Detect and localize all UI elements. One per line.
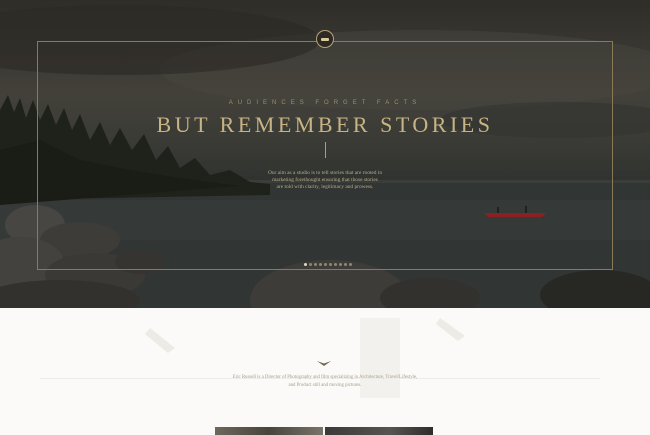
about-background-image (40, 318, 600, 398)
slider-dot[interactable] (329, 263, 332, 266)
bio-line: Eric Russell is a Director of Photograph… (232, 375, 418, 380)
hero-section: AUDIENCES FORGET FACTS BUT REMEMBER STOR… (0, 0, 650, 308)
about-section: Eric Russell is a Director of Photograph… (0, 308, 650, 435)
intro-line: are told with clarity, legitimacy and pr… (276, 184, 374, 191)
hero-intro-text: Our aim as a studio is to tell stories t… (255, 170, 395, 192)
intro-line: marketing forethought ensuring that thos… (272, 177, 378, 184)
slider-dot[interactable] (334, 263, 337, 266)
slider-dot[interactable] (339, 263, 342, 266)
portfolio-thumbnail[interactable] (215, 427, 323, 435)
portfolio-thumbnails (215, 427, 433, 435)
logo-emblem-icon[interactable] (316, 30, 334, 48)
slider-dot[interactable] (324, 263, 327, 266)
hero-divider-line (325, 142, 326, 158)
portfolio-thumbnail[interactable] (325, 427, 433, 435)
slider-dot[interactable] (349, 263, 352, 266)
slider-dot[interactable] (319, 263, 322, 266)
bird-divider-icon (317, 361, 331, 366)
slider-dot[interactable] (344, 263, 347, 266)
slider-dot[interactable] (314, 263, 317, 266)
slider-pagination (304, 263, 352, 266)
bio-text: Eric Russell is a Director of Photograph… (220, 374, 430, 390)
hero-eyebrow: AUDIENCES FORGET FACTS (228, 100, 422, 106)
slider-dot[interactable] (304, 263, 307, 266)
slider-dot[interactable] (309, 263, 312, 266)
hero-headline: BUT REMEMBER STORIES (156, 112, 494, 137)
bio-line: and Product still and moving pictures. (288, 383, 362, 388)
